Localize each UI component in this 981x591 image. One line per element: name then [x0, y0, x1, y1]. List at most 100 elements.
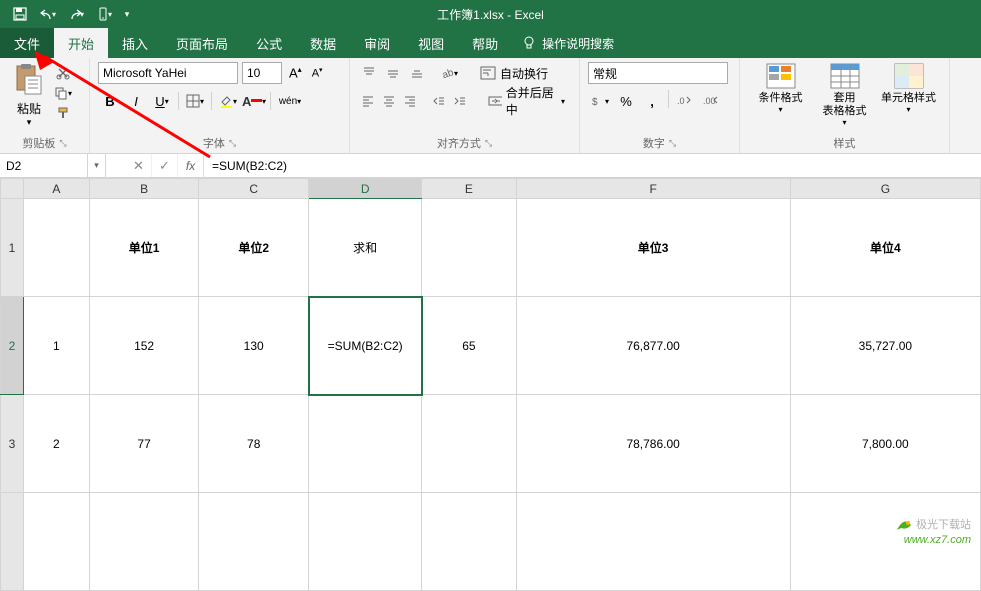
row-header-3[interactable]: 3	[1, 395, 24, 493]
col-header-g[interactable]: G	[790, 179, 980, 199]
cell-f4[interactable]	[516, 493, 790, 591]
save-button[interactable]	[8, 2, 32, 26]
cell-b4[interactable]	[89, 493, 199, 591]
cell-b3[interactable]: 77	[89, 395, 199, 493]
tab-view[interactable]: 视图	[404, 28, 458, 58]
cell-g2[interactable]: 35,727.00	[790, 297, 980, 395]
decrease-font-button[interactable]: A▾	[309, 66, 326, 80]
cell-f3[interactable]: 78,786.00	[516, 395, 790, 493]
alignment-launcher-icon[interactable]: ⤡	[485, 138, 492, 149]
row-header-4[interactable]	[1, 493, 24, 591]
col-header-d[interactable]: D	[309, 179, 422, 199]
align-middle-button[interactable]	[382, 63, 404, 83]
cell-e3[interactable]	[422, 395, 516, 493]
wrap-text-button[interactable]: 自动换行	[474, 62, 554, 84]
row-header-1[interactable]: 1	[1, 199, 24, 297]
cell-a3[interactable]: 2	[23, 395, 89, 493]
conditional-formatting-button[interactable]: 条件格式 ▾	[753, 62, 809, 127]
tab-help[interactable]: 帮助	[458, 28, 512, 58]
font-launcher-icon[interactable]: ⤡	[229, 138, 236, 149]
undo-dropdown-icon[interactable]: ▾	[52, 10, 56, 19]
col-header-e[interactable]: E	[422, 179, 516, 199]
orientation-button[interactable]: ab▾	[438, 63, 460, 83]
tab-file[interactable]: 文件	[0, 28, 54, 58]
cell-d2[interactable]: =SUM(B2:C2)	[309, 297, 422, 395]
select-all-corner[interactable]	[1, 179, 24, 199]
comma-button[interactable]: ,	[640, 90, 664, 112]
font-size-input[interactable]	[242, 62, 282, 84]
cell-d3[interactable]	[309, 395, 422, 493]
clipboard-launcher-icon[interactable]: ⤡	[59, 138, 66, 149]
touch-dropdown-icon[interactable]: ▾	[108, 10, 112, 19]
row-header-2[interactable]: 2	[1, 297, 24, 395]
align-top-button[interactable]	[358, 63, 380, 83]
italic-button[interactable]: I	[124, 90, 148, 112]
tab-page-layout[interactable]: 页面布局	[162, 28, 242, 58]
cell-styles-button[interactable]: 单元格样式 ▾	[881, 62, 937, 127]
increase-indent-button[interactable]	[450, 91, 469, 111]
border-button[interactable]: ▾	[183, 90, 207, 112]
cell-e4[interactable]	[422, 493, 516, 591]
touch-mode-button[interactable]: ▾	[92, 2, 116, 26]
tab-data[interactable]: 数据	[296, 28, 350, 58]
copy-button[interactable]: ▾	[52, 84, 74, 102]
align-center-button[interactable]	[379, 91, 398, 111]
align-bottom-button[interactable]	[406, 63, 428, 83]
cell-e1[interactable]	[422, 199, 516, 297]
cell-a4[interactable]	[23, 493, 89, 591]
merge-center-button[interactable]: 合并后居中 ▾	[482, 90, 571, 112]
cell-a2[interactable]: 1	[23, 297, 89, 395]
font-name-input[interactable]	[98, 62, 238, 84]
font-color-button[interactable]: A▾	[242, 90, 266, 112]
number-launcher-icon[interactable]: ⤡	[669, 138, 676, 149]
col-header-f[interactable]: F	[516, 179, 790, 199]
cell-c2[interactable]: 130	[199, 297, 309, 395]
increase-decimal-button[interactable]: .0	[673, 90, 697, 112]
increase-font-button[interactable]: A▴	[286, 65, 305, 80]
cut-button[interactable]	[52, 64, 74, 82]
tab-home[interactable]: 开始	[54, 28, 108, 58]
undo-button[interactable]: ▾	[36, 2, 60, 26]
cell-g1[interactable]: 单位4	[790, 199, 980, 297]
paste-dropdown-icon[interactable]: ▾	[8, 117, 50, 128]
cell-b1[interactable]: 单位1	[89, 199, 199, 297]
format-as-table-button[interactable]: 套用 表格格式 ▾	[817, 62, 873, 127]
formula-input[interactable]: =SUM(B2:C2)	[204, 154, 981, 177]
redo-dropdown-icon[interactable]: ▾	[80, 10, 84, 19]
cell-c1[interactable]: 单位2	[199, 199, 309, 297]
formula-confirm-button[interactable]: ✓	[152, 154, 178, 177]
cell-f1[interactable]: 单位3	[516, 199, 790, 297]
cell-b2[interactable]: 152	[89, 297, 199, 395]
name-box[interactable]: D2	[0, 154, 88, 177]
format-painter-button[interactable]	[52, 104, 74, 122]
name-box-dropdown[interactable]: ▾	[88, 154, 106, 177]
formula-cancel-button[interactable]: ✕	[126, 154, 152, 177]
tab-review[interactable]: 审阅	[350, 28, 404, 58]
align-left-button[interactable]	[358, 91, 377, 111]
cell-f2[interactable]: 76,877.00	[516, 297, 790, 395]
align-right-button[interactable]	[400, 91, 419, 111]
decrease-decimal-button[interactable]: .00	[699, 90, 723, 112]
redo-button[interactable]: ▾	[64, 2, 88, 26]
bold-button[interactable]: B	[98, 90, 122, 112]
qat-customize-button[interactable]: ▾	[120, 2, 134, 26]
tell-me-search[interactable]: 操作说明搜索	[512, 28, 624, 58]
cell-d4[interactable]	[309, 493, 422, 591]
underline-button[interactable]: U▾	[150, 90, 174, 112]
cell-e2[interactable]: 65	[422, 297, 516, 395]
fill-color-button[interactable]: ▾	[216, 90, 240, 112]
paste-button[interactable]: 粘贴 ▾	[8, 62, 50, 128]
accounting-format-button[interactable]: $▾	[588, 90, 612, 112]
col-header-c[interactable]: C	[199, 179, 309, 199]
percent-button[interactable]: %	[614, 90, 638, 112]
tab-insert[interactable]: 插入	[108, 28, 162, 58]
decrease-indent-button[interactable]	[429, 91, 448, 111]
tab-formulas[interactable]: 公式	[242, 28, 296, 58]
cell-c4[interactable]	[199, 493, 309, 591]
cell-c3[interactable]: 78	[199, 395, 309, 493]
cell-a1[interactable]	[23, 199, 89, 297]
fx-icon[interactable]: fx	[178, 154, 204, 177]
col-header-b[interactable]: B	[89, 179, 199, 199]
cell-d1[interactable]: 求和	[309, 199, 422, 297]
cell-g3[interactable]: 7,800.00	[790, 395, 980, 493]
